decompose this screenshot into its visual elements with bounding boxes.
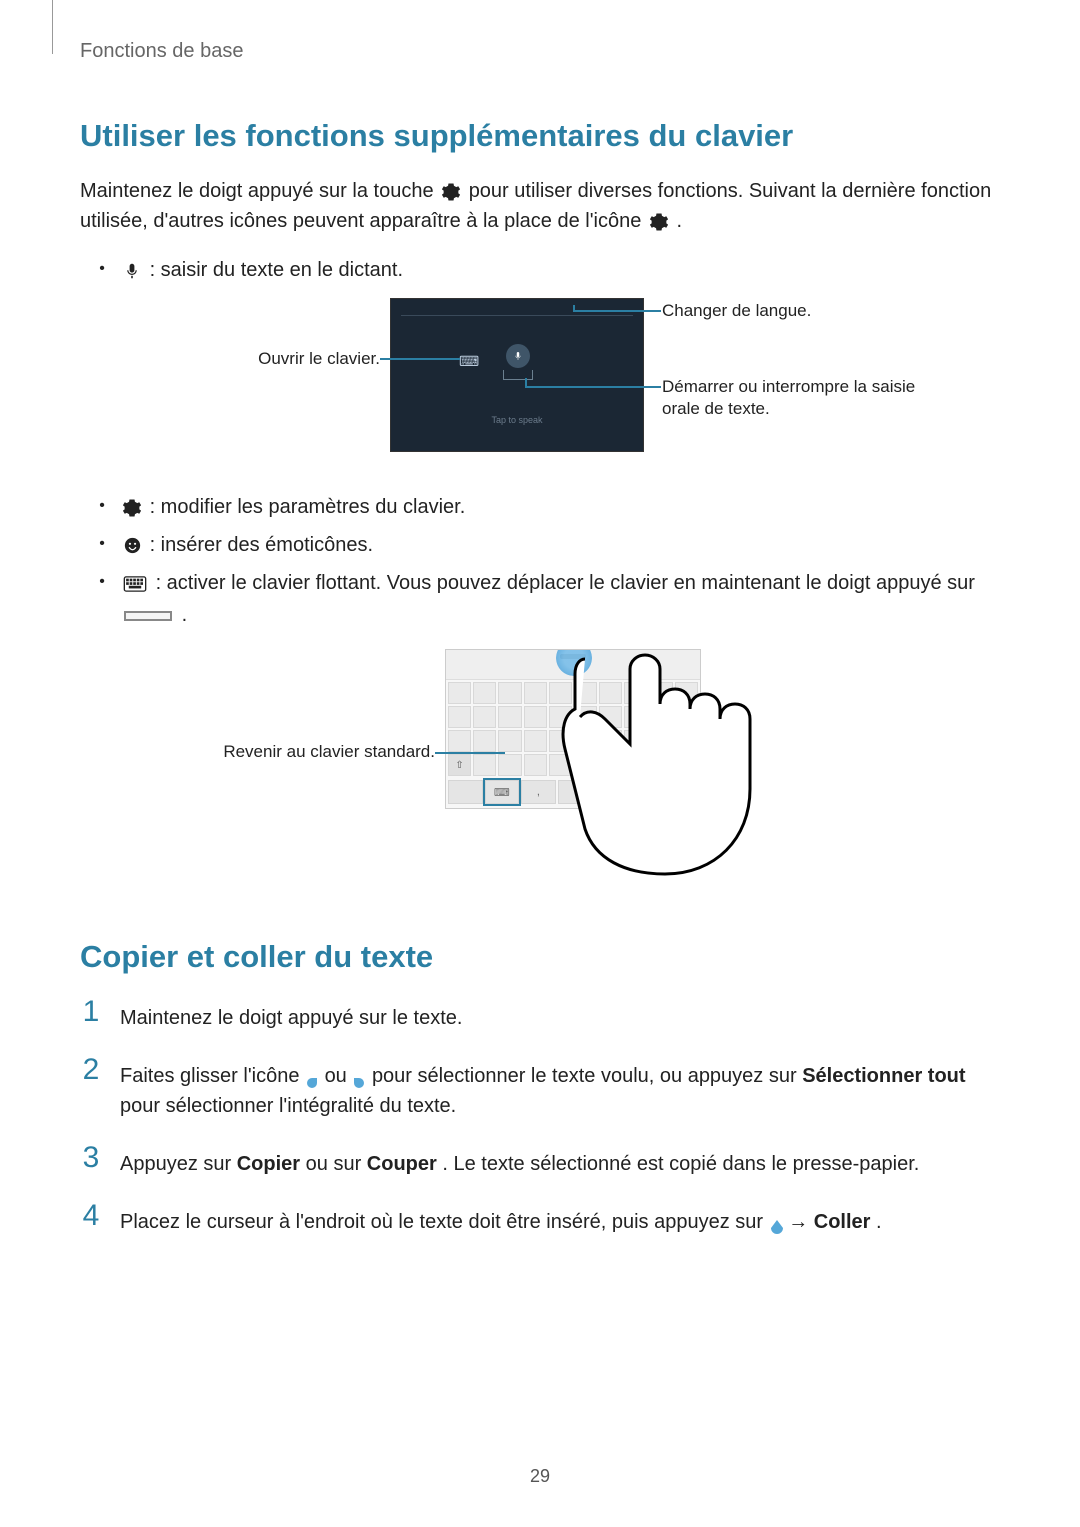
list-step: 3 Appuyez sur Copier ou sur Couper . Le … bbox=[80, 1143, 1000, 1179]
select-all-bold: Sélectionner tout bbox=[802, 1065, 965, 1087]
bullet-gear: • : modifier les paramètres du clavier. bbox=[80, 491, 1000, 523]
gear-icon bbox=[649, 212, 669, 232]
callout-line bbox=[380, 358, 460, 360]
bullet-list: • : saisir du texte en le dictant. bbox=[80, 254, 1000, 286]
cut-bold: Couper bbox=[367, 1153, 437, 1175]
gear-icon bbox=[122, 498, 142, 518]
figure-floating-keyboard: ⌫ ↵ ⇧⇧ ⌨ , ⎵ . Revenir au clavier standa… bbox=[190, 649, 890, 869]
touch-indicator-icon bbox=[556, 649, 592, 676]
floating-keyboard-icon bbox=[122, 574, 148, 594]
intro-text-1: Maintenez le doigt appuyé sur la touche bbox=[80, 180, 439, 202]
step-number: 1 bbox=[80, 997, 102, 1027]
step-number: 4 bbox=[80, 1201, 102, 1231]
list-step: 1 Maintenez le doigt appuyé sur le texte… bbox=[80, 997, 1000, 1033]
mic-button-icon bbox=[506, 344, 530, 368]
bullet-emoji-text: : insérer des émoticônes. bbox=[150, 534, 373, 556]
bullet-gear-text: : modifier les paramètres du clavier. bbox=[150, 496, 466, 518]
drag-handle-icon bbox=[124, 611, 172, 621]
callout-open-keyboard: Ouvrir le clavier. bbox=[130, 348, 380, 370]
page-number: 29 bbox=[0, 1466, 1080, 1487]
figure-voice-input: ⌨ Tap to speak Ouvrir le clavier. Change… bbox=[130, 298, 950, 473]
numbered-steps: 1 Maintenez le doigt appuyé sur le texte… bbox=[80, 997, 1000, 1237]
bullet-mic-text: : saisir du texte en le dictant. bbox=[150, 259, 403, 281]
paste-bold: Coller bbox=[814, 1211, 871, 1233]
callout-start-stop-voice: Démarrer ou interrompre la saisie orale … bbox=[662, 376, 942, 420]
bullet-floating-text-2: . bbox=[182, 604, 188, 626]
list-step: 4 Placez le curseur à l'endroit où le te… bbox=[80, 1201, 1000, 1237]
voice-input-screenshot: ⌨ Tap to speak bbox=[390, 298, 644, 452]
intro-text-3: . bbox=[676, 210, 682, 232]
step-3-text: Appuyez sur Copier ou sur Couper . Le te… bbox=[120, 1143, 1000, 1179]
heading-keyboard-functions: Utiliser les fonctions supplémentaires d… bbox=[80, 118, 1000, 154]
divider bbox=[401, 315, 633, 316]
bullet-dot-icon: • bbox=[98, 254, 106, 282]
mic-bracket-icon bbox=[503, 370, 533, 380]
gear-icon bbox=[441, 182, 461, 202]
heading-copy-paste: Copier et coller du texte bbox=[80, 939, 1000, 975]
list-step: 2 Faites glisser l'icône ou pour sélecti… bbox=[80, 1055, 1000, 1121]
bullet-floating: • : activer le clavier flottant. Vous po… bbox=[80, 567, 1000, 631]
smiley-icon bbox=[122, 536, 142, 556]
callout-change-language: Changer de langue. bbox=[662, 300, 922, 322]
step-4-text: Placez le curseur à l'endroit où le text… bbox=[120, 1201, 1000, 1237]
bullet-mic: • : saisir du texte en le dictant. bbox=[80, 254, 1000, 286]
bullet-dot-icon: • bbox=[98, 567, 106, 595]
bullet-floating-text-1: : activer le clavier flottant. Vous pouv… bbox=[156, 572, 975, 594]
step-1-text: Maintenez le doigt appuyé sur le texte. bbox=[120, 997, 1000, 1033]
step-number: 3 bbox=[80, 1143, 102, 1173]
callout-line bbox=[573, 305, 575, 312]
selection-handle-right-icon bbox=[354, 1069, 364, 1085]
floating-keyboard-screenshot: ⌫ ↵ ⇧⇧ ⌨ , ⎵ . bbox=[445, 649, 701, 809]
standard-keyboard-key: ⌨ bbox=[485, 780, 520, 804]
callout-line bbox=[525, 378, 527, 388]
copy-bold: Copier bbox=[237, 1153, 300, 1175]
step-number: 2 bbox=[80, 1055, 102, 1085]
callout-line bbox=[573, 310, 661, 312]
bullet-emoji: • : insérer des émoticônes. bbox=[80, 529, 1000, 561]
cursor-handle-icon bbox=[771, 1215, 781, 1231]
breadcrumb: Fonctions de base bbox=[80, 40, 1000, 63]
callout-line bbox=[525, 386, 661, 388]
callout-standard-keyboard: Revenir au clavier standard. bbox=[190, 741, 435, 763]
intro-paragraph: Maintenez le doigt appuyé sur la touche … bbox=[80, 176, 1000, 236]
margin-rule bbox=[52, 0, 53, 54]
step-2-text: Faites glisser l'icône ou pour sélection… bbox=[120, 1055, 1000, 1121]
lang-indicator bbox=[451, 301, 453, 310]
bullet-dot-icon: • bbox=[98, 529, 106, 557]
keyboard-icon: ⌨ bbox=[459, 353, 479, 370]
bullet-list-cont: • : modifier les paramètres du clavier. … bbox=[80, 491, 1000, 631]
microphone-icon bbox=[122, 261, 142, 281]
callout-line bbox=[435, 752, 505, 754]
bullet-dot-icon: • bbox=[98, 491, 106, 519]
selection-handle-left-icon bbox=[307, 1069, 317, 1085]
tap-to-speak-label: Tap to speak bbox=[391, 415, 643, 425]
